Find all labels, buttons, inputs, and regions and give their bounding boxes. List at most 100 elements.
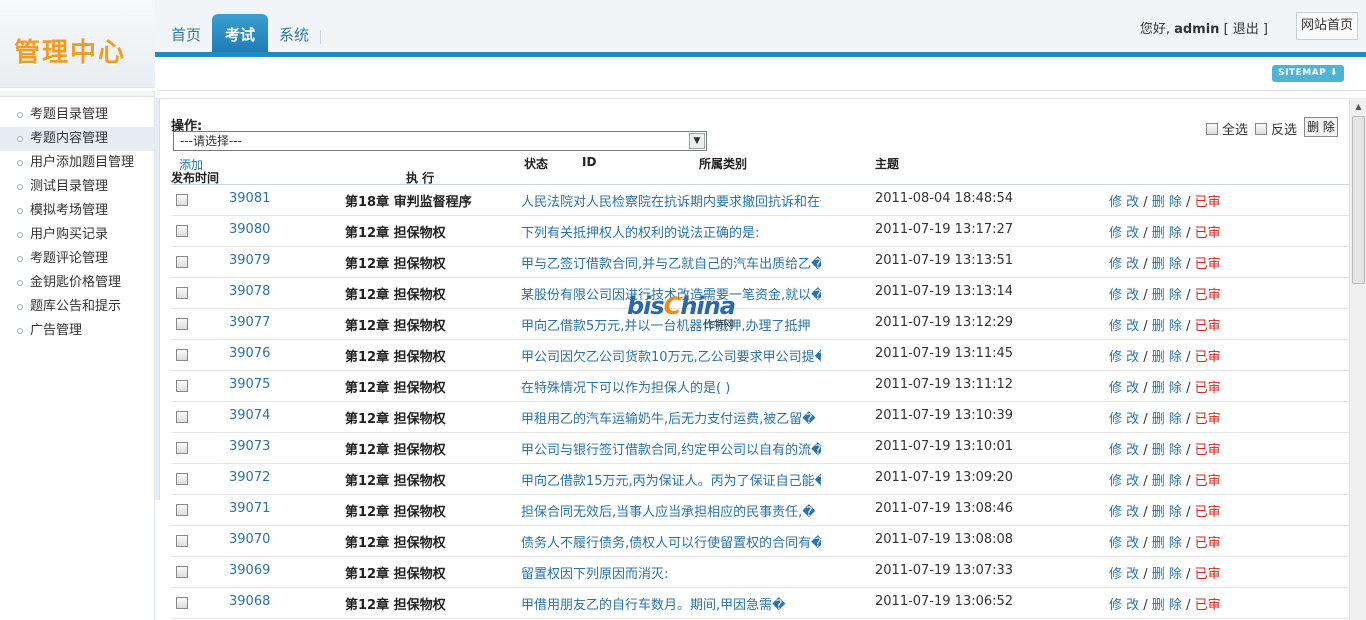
edit-link[interactable]: 修 改	[1109, 350, 1139, 365]
edit-link[interactable]: 修 改	[1109, 598, 1139, 613]
sidebar-item-exam-catalog[interactable]: 考题目录管理	[0, 103, 154, 127]
row-title[interactable]: 甲公司与银行签订借款合同,约定甲公司以自有的流�	[521, 439, 821, 458]
row-checkbox[interactable]	[176, 349, 188, 361]
row-checkbox[interactable]	[176, 194, 188, 206]
logout-link[interactable]: [ 退出 ]	[1224, 22, 1268, 37]
row-id[interactable]: 39068	[229, 594, 270, 609]
edit-link[interactable]: 修 改	[1109, 288, 1139, 303]
delete-link[interactable]: 删 除	[1152, 319, 1182, 334]
row-checkbox[interactable]	[176, 287, 188, 299]
row-title[interactable]: 甲公司因欠乙公司货款10万元,乙公司要求甲公司提�	[521, 346, 821, 365]
approved-status[interactable]: 已审	[1195, 288, 1221, 303]
delete-link[interactable]: 删 除	[1152, 257, 1182, 272]
scroll-up-arrow-icon[interactable]: ▲	[1350, 98, 1366, 115]
edit-link[interactable]: 修 改	[1109, 412, 1139, 427]
row-checkbox[interactable]	[176, 442, 188, 454]
row-id[interactable]: 39072	[229, 470, 270, 485]
delete-link[interactable]: 删 除	[1152, 412, 1182, 427]
sidebar-item-exam-content[interactable]: 考题内容管理	[0, 127, 154, 151]
row-id[interactable]: 39079	[229, 253, 270, 268]
edit-link[interactable]: 修 改	[1109, 381, 1139, 396]
row-title[interactable]: 债务人不履行债务,债权人可以行使留置权的合同有�	[521, 532, 821, 551]
row-checkbox[interactable]	[176, 504, 188, 516]
edit-link[interactable]: 修 改	[1109, 474, 1139, 489]
row-title[interactable]: 在特殊情况下可以作为担保人的是( )	[521, 377, 821, 396]
edit-link[interactable]: 修 改	[1109, 195, 1139, 210]
row-id[interactable]: 39076	[229, 346, 270, 361]
edit-link[interactable]: 修 改	[1109, 257, 1139, 272]
delete-link[interactable]: 删 除	[1152, 381, 1182, 396]
row-id[interactable]: 39075	[229, 377, 270, 392]
approved-status[interactable]: 已审	[1195, 257, 1221, 272]
row-checkbox[interactable]	[176, 318, 188, 330]
row-id[interactable]: 39074	[229, 408, 270, 423]
edit-link[interactable]: 修 改	[1109, 226, 1139, 241]
edit-link[interactable]: 修 改	[1109, 536, 1139, 551]
row-checkbox[interactable]	[176, 473, 188, 485]
chevron-down-icon[interactable]: ▼	[689, 133, 705, 149]
sidebar-item-ads[interactable]: 广告管理	[0, 319, 154, 343]
sitemap-button[interactable]: SITEMAP ⬇	[1272, 65, 1344, 82]
approved-status[interactable]: 已审	[1195, 412, 1221, 427]
delete-link[interactable]: 删 除	[1152, 226, 1182, 241]
approved-status[interactable]: 已审	[1195, 226, 1221, 241]
sidebar-item-purchase-records[interactable]: 用户购买记录	[0, 223, 154, 247]
row-title[interactable]: 担保合同无效后,当事人应当承担相应的民事责任,�	[521, 501, 821, 520]
row-id[interactable]: 39071	[229, 501, 270, 516]
row-title[interactable]: 下列有关抵押权人的权利的说法正确的是:	[521, 222, 821, 241]
row-checkbox[interactable]	[176, 535, 188, 547]
delete-link[interactable]: 删 除	[1152, 505, 1182, 520]
sidebar-item-mock-exam[interactable]: 模拟考场管理	[0, 199, 154, 223]
row-title[interactable]: 甲与乙签订借款合同,并与乙就自己的汽车出质给乙�	[521, 253, 821, 272]
sidebar-item-test-catalog[interactable]: 测试目录管理	[0, 175, 154, 199]
sidebar-item-comments[interactable]: 考题评论管理	[0, 247, 154, 271]
edit-link[interactable]: 修 改	[1109, 505, 1139, 520]
row-checkbox[interactable]	[176, 566, 188, 578]
tab-home[interactable]: 首页	[160, 14, 212, 52]
approved-status[interactable]: 已审	[1195, 474, 1221, 489]
delete-link[interactable]: 删 除	[1152, 443, 1182, 458]
approved-status[interactable]: 已审	[1195, 381, 1221, 396]
invert-selection[interactable]: 反选	[1255, 119, 1297, 138]
row-id[interactable]: 39081	[229, 191, 270, 206]
approved-status[interactable]: 已审	[1195, 567, 1221, 582]
row-checkbox[interactable]	[176, 225, 188, 237]
row-id[interactable]: 39069	[229, 563, 270, 578]
tab-system[interactable]: 系统	[268, 14, 320, 52]
row-checkbox[interactable]	[176, 256, 188, 268]
edit-link[interactable]: 修 改	[1109, 319, 1139, 334]
delete-link[interactable]: 删 除	[1152, 288, 1182, 303]
approved-status[interactable]: 已审	[1195, 598, 1221, 613]
edit-link[interactable]: 修 改	[1109, 443, 1139, 458]
approved-status[interactable]: 已审	[1195, 195, 1221, 210]
sidebar-splitter[interactable]	[155, 98, 160, 500]
row-id[interactable]: 39070	[229, 532, 270, 547]
approved-status[interactable]: 已审	[1195, 505, 1221, 520]
row-title[interactable]: 人民法院对人民检察院在抗诉期内要求撤回抗诉和在�	[521, 191, 821, 210]
approved-status[interactable]: 已审	[1195, 350, 1221, 365]
edit-link[interactable]: 修 改	[1109, 567, 1139, 582]
sidebar-item-announcements[interactable]: 题库公告和提示	[0, 295, 154, 319]
delete-link[interactable]: 删 除	[1152, 195, 1182, 210]
row-checkbox[interactable]	[176, 411, 188, 423]
row-id[interactable]: 39077	[229, 315, 270, 330]
row-title[interactable]: 甲租用乙的汽车运输奶牛,后无力支付运费,被乙留�	[521, 408, 821, 427]
tab-exam[interactable]: 考试	[212, 14, 269, 52]
row-id[interactable]: 39078	[229, 284, 270, 299]
approved-status[interactable]: 已审	[1195, 443, 1221, 458]
delete-link[interactable]: 删 除	[1152, 350, 1182, 365]
row-id[interactable]: 39080	[229, 222, 270, 237]
sidebar-item-key-price[interactable]: 金钥匙价格管理	[0, 271, 154, 295]
sidebar-item-user-questions[interactable]: 用户添加题目管理	[0, 151, 154, 175]
row-title[interactable]: 甲向乙借款15万元,丙为保证人。丙为了保证自己能�	[521, 470, 821, 489]
row-checkbox[interactable]	[176, 597, 188, 609]
row-title[interactable]: 甲借用朋友乙的自行车数月。期间,甲因急需�	[521, 594, 821, 613]
select-all[interactable]: 全选	[1206, 119, 1248, 138]
delete-link[interactable]: 删 除	[1152, 598, 1182, 613]
approved-status[interactable]: 已审	[1195, 536, 1221, 551]
vertical-scrollbar[interactable]: ▲	[1349, 98, 1366, 620]
row-id[interactable]: 39073	[229, 439, 270, 454]
delete-link[interactable]: 删 除	[1152, 567, 1182, 582]
row-checkbox[interactable]	[176, 380, 188, 392]
invert-selection-checkbox[interactable]	[1255, 123, 1267, 135]
